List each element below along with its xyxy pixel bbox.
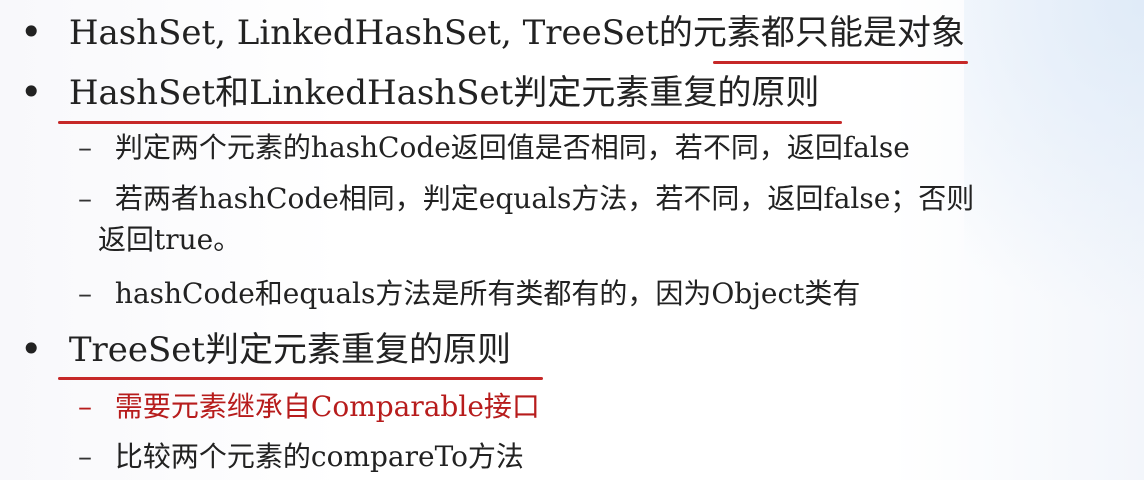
bullet-item-2: • HashSet和LinkedHashSet判定元素重复的原则	[20, 70, 820, 114]
sub-item-2-3-text: hashCode和equals方法是所有类都有的，因为Object类有	[114, 277, 861, 310]
sub-item-2-3: – hashCode和equals方法是所有类都有的，因为Object类有	[78, 280, 860, 308]
sub-item-3-2: – 比较两个元素的compareTo方法	[78, 443, 524, 471]
underline-treeset-rule	[58, 377, 543, 380]
bullet-icon: •	[20, 327, 43, 371]
dash-icon: –	[78, 131, 92, 164]
sub-item-2-1-text: 判定两个元素的hashCode返回值是否相同，若不同，返回false	[114, 131, 910, 164]
sub-item-2-2-text: 若两者hashCode相同，判定equals方法，若不同，返回false；否则	[114, 182, 975, 215]
sub-item-3-1: – 需要元素继承自Comparable接口	[78, 393, 540, 421]
underline-hashset-rule	[58, 121, 842, 124]
dash-icon: –	[78, 390, 92, 423]
sub-item-3-2-text: 比较两个元素的compareTo方法	[114, 440, 524, 473]
dash-icon: –	[78, 182, 92, 215]
sub-item-2-2-continuation-text: 返回true。	[98, 223, 242, 256]
bullet-icon: •	[20, 10, 43, 54]
underline-elements-only-objects	[713, 61, 968, 64]
dash-icon: –	[78, 440, 92, 473]
sub-item-3-1-text: 需要元素继承自Comparable接口	[114, 390, 540, 423]
bullet-item-1-text: HashSet, LinkedHashSet, TreeSet的元素都只能是对象	[68, 13, 965, 53]
slide: { "slide": { "bullet_symbol": "•", "dash…	[0, 0, 1144, 480]
bullet-item-3: • TreeSet判定元素重复的原则	[20, 327, 512, 371]
sub-item-2-2: – 若两者hashCode相同，判定equals方法，若不同，返回false；否…	[78, 185, 974, 213]
sub-item-2-1: – 判定两个元素的hashCode返回值是否相同，若不同，返回false	[78, 134, 910, 162]
bullet-item-2-text: HashSet和LinkedHashSet判定元素重复的原则	[68, 73, 820, 113]
dash-icon: –	[78, 277, 92, 310]
bullet-icon: •	[20, 70, 43, 114]
bullet-item-1: • HashSet, LinkedHashSet, TreeSet的元素都只能是…	[20, 10, 965, 54]
bullet-item-3-text: TreeSet判定元素重复的原则	[68, 330, 512, 370]
sub-item-2-2-continuation: 返回true。	[98, 226, 241, 254]
